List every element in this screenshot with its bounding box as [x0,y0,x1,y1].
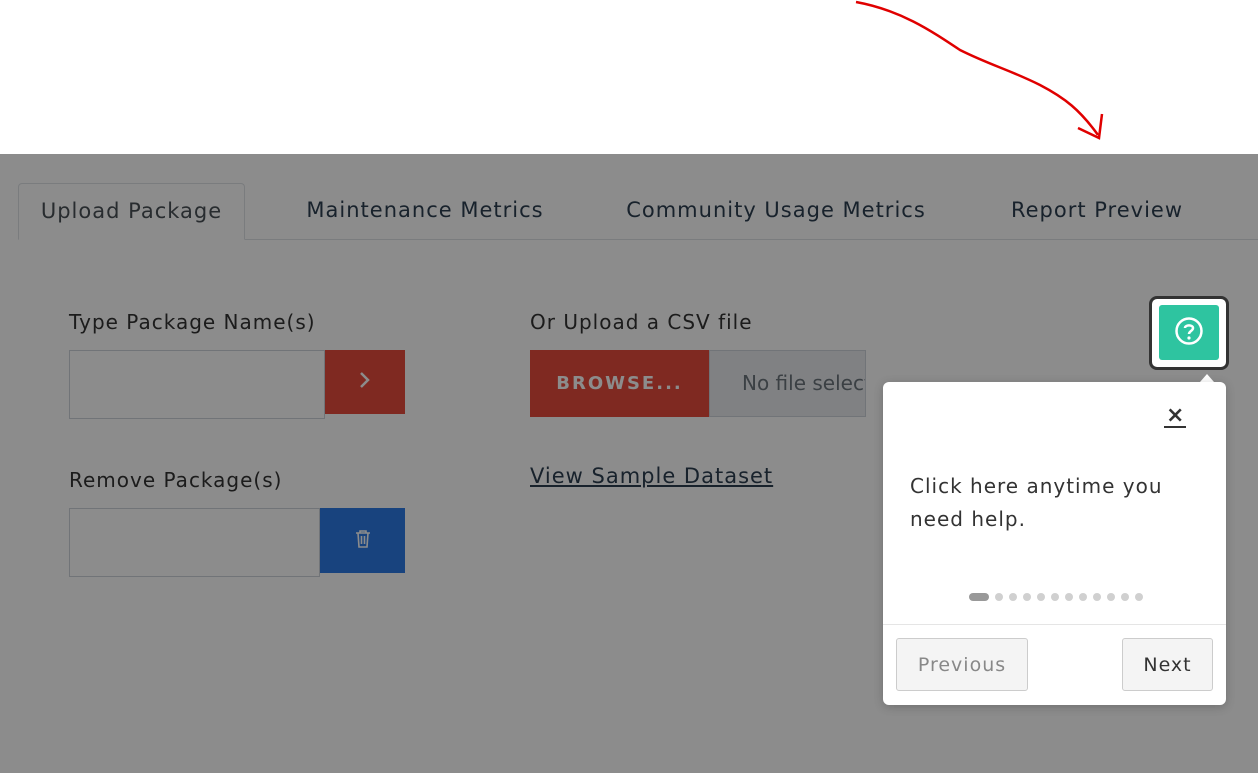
previous-button[interactable]: Previous [896,638,1028,691]
progress-dot [1065,593,1073,601]
help-button[interactable] [1159,305,1219,360]
popover-divider [883,624,1226,625]
progress-dot [1107,593,1115,601]
progress-dot [1023,593,1031,601]
progress-dot [1037,593,1045,601]
question-circle-icon [1174,316,1204,350]
progress-dot [1121,593,1129,601]
popover-caret [1200,374,1214,382]
progress-dot [1009,593,1017,601]
app-content: Upload Package Maintenance Metrics Commu… [0,154,1258,773]
progress-dot [1093,593,1101,601]
next-button[interactable]: Next [1122,638,1213,691]
tour-message: Click here anytime you need help. [910,474,1163,531]
progress-dot [1135,593,1143,601]
close-icon[interactable]: × [1164,405,1187,428]
progress-dot [1051,593,1059,601]
annotation-arrow-icon [855,0,1104,140]
progress-dot [1079,593,1087,601]
progress-dot [995,593,1003,601]
progress-dot [969,593,989,601]
tour-progress-dots [969,593,1143,601]
tour-popover: × Click here anytime you need help. Prev… [883,382,1226,705]
